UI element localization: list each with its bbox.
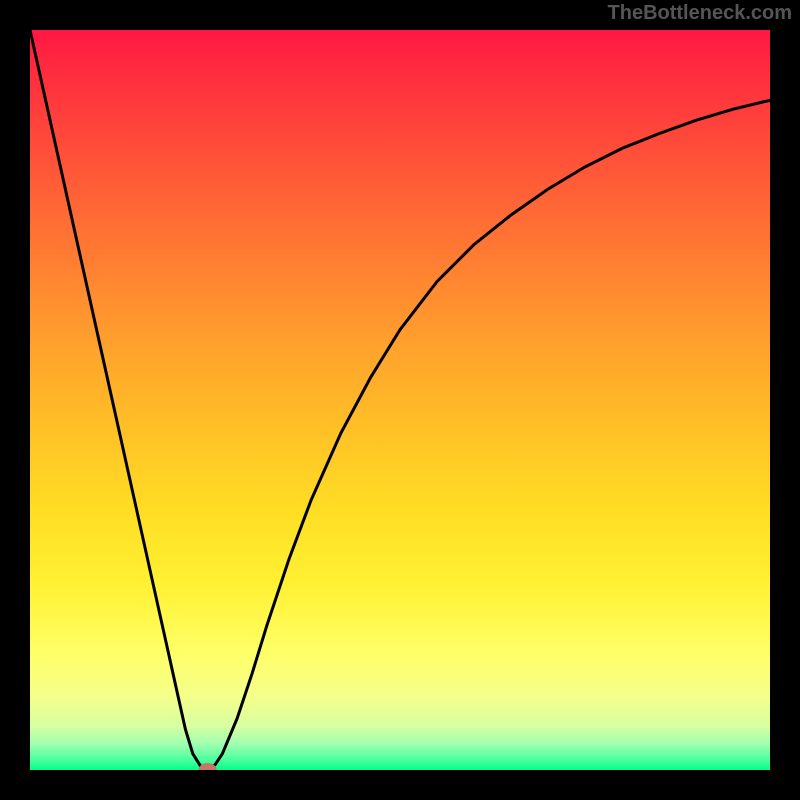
bottleneck-curve — [30, 30, 770, 770]
curve-layer — [30, 30, 770, 770]
attribution-text: TheBottleneck.com — [608, 2, 792, 25]
plot-area — [30, 30, 770, 770]
